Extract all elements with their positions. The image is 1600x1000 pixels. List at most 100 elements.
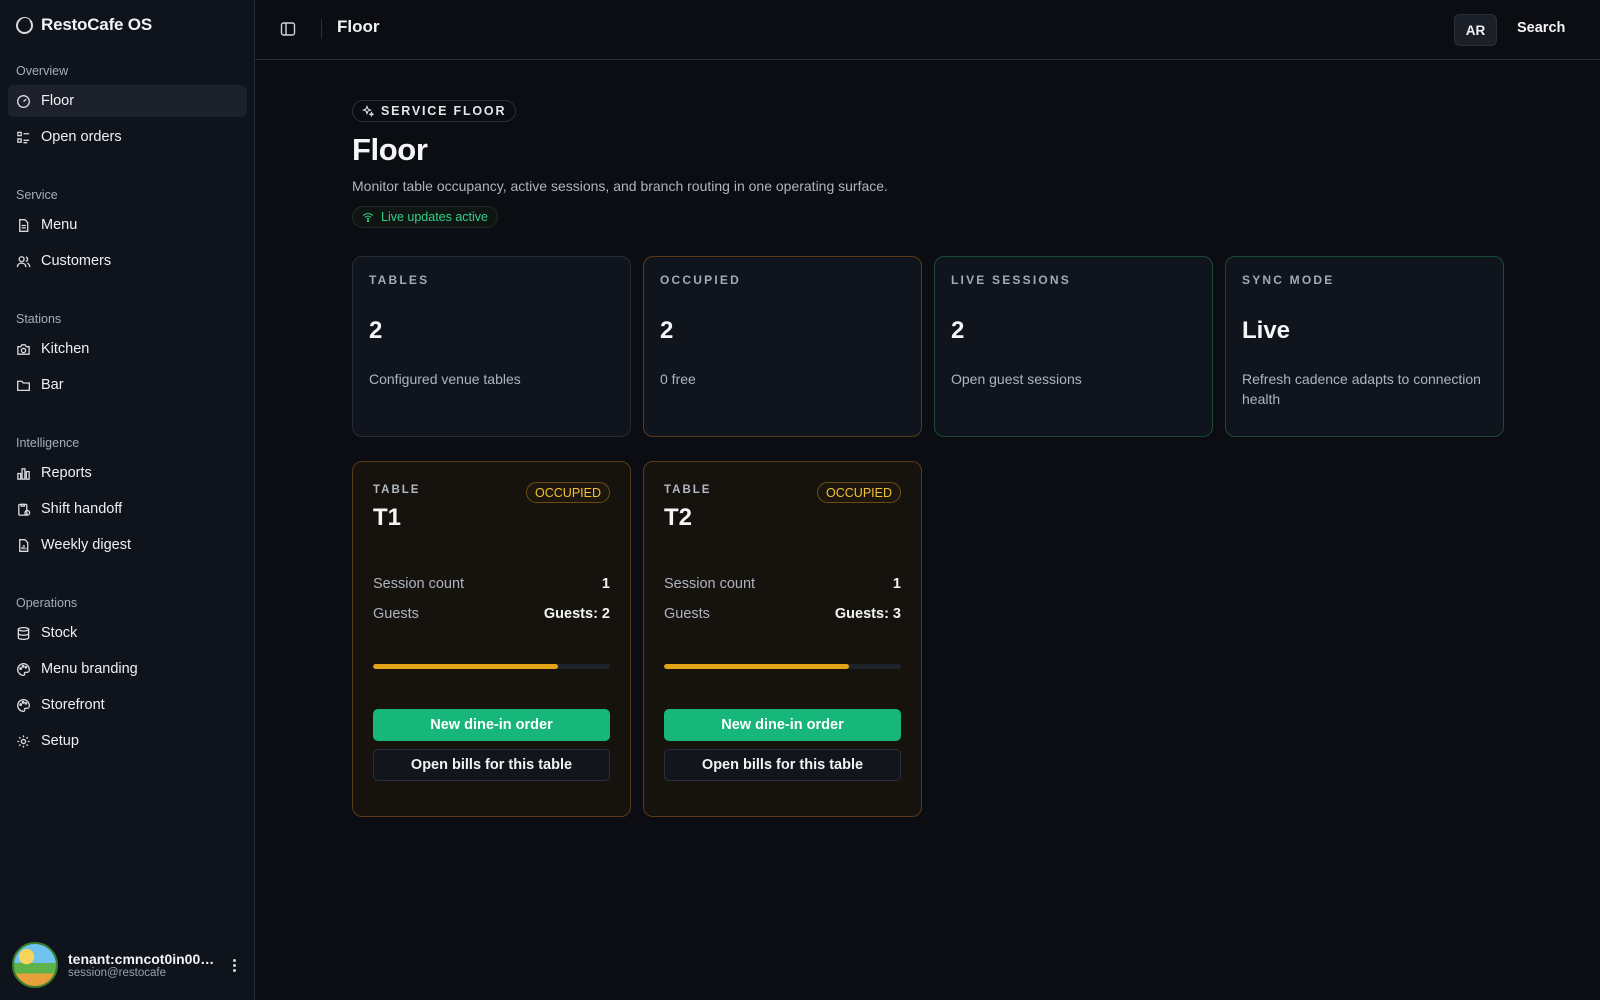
- table-card-t2: TABLE T2 OCCUPIED Session count 1 Guests…: [643, 461, 922, 817]
- sidebar-item-open-orders[interactable]: Open orders: [8, 121, 247, 153]
- guests-label: Guests: [664, 606, 710, 622]
- sidebar-item-storefront[interactable]: Storefront: [8, 689, 247, 721]
- new-dine-in-order-button[interactable]: New dine-in order: [664, 709, 901, 741]
- user-info: tenant:cmncot0in000… session@restocafe: [68, 951, 218, 979]
- stat-label: SYNC MODE: [1242, 273, 1335, 287]
- more-vertical-icon[interactable]: [224, 955, 244, 975]
- page-header-title: Floor: [337, 17, 380, 36]
- camera-icon: [17, 343, 30, 355]
- occupancy-progress: [664, 664, 901, 669]
- sidebar-item-label: Reports: [41, 465, 92, 481]
- database-icon: [17, 626, 30, 640]
- stat-card-live-sessions: LIVE SESSIONS 2 Open guest sessions: [934, 256, 1213, 437]
- file-chart-icon: [19, 538, 29, 552]
- table-card-t1: TABLE T1 OCCUPIED Session count 1 Guests…: [352, 461, 631, 817]
- sidebar-toggle-icon[interactable]: [279, 20, 297, 38]
- language-toggle-button[interactable]: AR: [1454, 14, 1497, 46]
- list-icon: [17, 131, 30, 143]
- guests-value: Guests: 3: [834, 606, 901, 622]
- sidebar-item-kitchen[interactable]: Kitchen: [8, 333, 247, 365]
- sidebar-item-label: Floor: [41, 93, 75, 109]
- nav-section-stations: Stations Kitchen Bar: [8, 309, 247, 401]
- occupancy-progress-fill: [373, 664, 558, 669]
- status-badge: OCCUPIED: [817, 482, 901, 503]
- stat-card-sync-mode: SYNC MODE Live Refresh cadence adapts to…: [1225, 256, 1504, 437]
- sidebar-item-reports[interactable]: Reports: [8, 457, 247, 489]
- stat-subtitle: Configured venue tables: [369, 371, 521, 387]
- occupancy-progress-fill: [664, 664, 849, 669]
- sidebar: RestoCafe OS Overview Floor Open orders …: [0, 0, 255, 1000]
- open-bills-button[interactable]: Open bills for this table: [373, 749, 610, 781]
- occupancy-progress: [373, 664, 610, 669]
- guests-value: Guests: 2: [543, 606, 610, 622]
- sidebar-item-menu-branding[interactable]: Menu branding: [8, 653, 247, 685]
- brand-name: RestoCafe OS: [41, 15, 152, 34]
- sidebar-item-stock[interactable]: Stock: [8, 617, 247, 649]
- sidebar-item-label: Menu branding: [41, 661, 138, 677]
- sparkles-icon: [362, 105, 374, 117]
- guests-row: Guests Guests: 3: [664, 606, 901, 622]
- users-icon: [16, 255, 31, 267]
- file-icon: [19, 218, 29, 232]
- palette-icon: [17, 662, 30, 676]
- main-content: SERVICE FLOOR Floor Monitor table occupa…: [352, 100, 1504, 817]
- sidebar-item-label: Weekly digest: [41, 537, 131, 553]
- stat-label: TABLES: [369, 273, 430, 287]
- live-status-badge: Live updates active: [352, 206, 499, 228]
- stat-card-occupied: OCCUPIED 2 0 free: [643, 256, 922, 437]
- eyebrow-label: SERVICE FLOOR: [381, 104, 507, 118]
- sidebar-item-bar[interactable]: Bar: [8, 369, 247, 401]
- nav-section-service: Service Menu Customers: [8, 185, 247, 277]
- stat-subtitle: 0 free: [660, 371, 696, 387]
- tables-grid: TABLE T1 OCCUPIED Session count 1 Guests…: [352, 461, 922, 817]
- stat-value: 2: [369, 317, 383, 344]
- stats-row: TABLES 2 Configured venue tables OCCUPIE…: [352, 256, 1504, 437]
- page-title: Floor: [352, 132, 428, 167]
- divider: [321, 19, 322, 39]
- page-description: Monitor table occupancy, active sessions…: [352, 178, 888, 194]
- sidebar-item-setup[interactable]: Setup: [8, 725, 247, 757]
- clipboard-icon: [18, 503, 31, 516]
- stat-subtitle: Open guest sessions: [951, 371, 1082, 387]
- logo-icon: [16, 16, 33, 34]
- sidebar-item-label: Setup: [41, 733, 79, 749]
- sidebar-item-floor[interactable]: Floor: [8, 85, 247, 117]
- user-name: tenant:cmncot0in000…: [68, 951, 218, 967]
- stat-value: Live: [1242, 317, 1291, 344]
- avatar: [12, 942, 58, 988]
- brand[interactable]: RestoCafe OS: [16, 14, 152, 36]
- sidebar-item-weekly-digest[interactable]: Weekly digest: [8, 529, 247, 561]
- search-button[interactable]: Search: [1517, 20, 1565, 36]
- folder-icon: [17, 380, 30, 391]
- session-count-label: Session count: [664, 576, 756, 592]
- open-bills-button[interactable]: Open bills for this table: [664, 749, 901, 781]
- user-email: session@restocafe: [68, 967, 166, 979]
- sidebar-item-label: Menu: [41, 217, 78, 233]
- section-label: Service: [16, 188, 58, 202]
- sidebar-item-label: Customers: [41, 253, 112, 269]
- eyebrow-badge: SERVICE FLOOR: [352, 100, 517, 122]
- new-dine-in-order-button[interactable]: New dine-in order: [373, 709, 610, 741]
- sidebar-item-menu[interactable]: Menu: [8, 209, 247, 241]
- sidebar-item-shift-handoff[interactable]: Shift handoff: [8, 493, 247, 525]
- sidebar-item-label: Bar: [41, 377, 64, 393]
- table-name: T1: [373, 504, 402, 531]
- stat-subtitle: Refresh cadence adapts to connection hea…: [1242, 371, 1481, 407]
- session-count-label: Session count: [373, 576, 465, 592]
- table-label: TABLE: [664, 484, 712, 496]
- bar-chart-icon: [17, 467, 30, 480]
- nav-section-operations: Operations Stock Menu branding Storefron…: [8, 593, 247, 757]
- stat-label: OCCUPIED: [660, 273, 741, 287]
- section-label: Stations: [16, 312, 62, 326]
- session-count-row: Session count 1: [664, 576, 901, 592]
- stat-label: LIVE SESSIONS: [951, 273, 1071, 287]
- sidebar-item-customers[interactable]: Customers: [8, 245, 247, 277]
- nav-section-intelligence: Intelligence Reports Shift handoff Weekl…: [8, 433, 247, 561]
- user-menu[interactable]: tenant:cmncot0in000… session@restocafe: [12, 942, 244, 988]
- table-name: T2: [664, 504, 693, 531]
- sidebar-item-label: Kitchen: [41, 341, 90, 357]
- session-count-value: 1: [601, 576, 610, 592]
- sidebar-item-label: Stock: [41, 625, 78, 641]
- table-label: TABLE: [373, 484, 421, 496]
- session-count-value: 1: [892, 576, 901, 592]
